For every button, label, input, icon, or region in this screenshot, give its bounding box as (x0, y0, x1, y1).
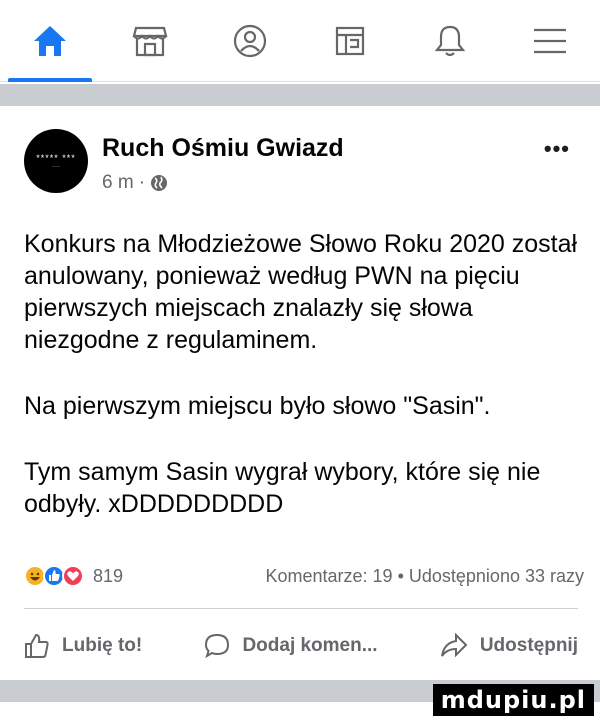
tab-menu[interactable] (502, 0, 598, 82)
comments-shares-count[interactable]: Komentarze: 19 • Udostępniono 33 razy (266, 566, 585, 587)
like-button[interactable]: Lubię to! (24, 633, 142, 659)
tab-home[interactable] (2, 0, 98, 82)
avatar[interactable]: ***** *** —— (24, 129, 88, 193)
home-icon (34, 26, 66, 56)
actions-divider (24, 608, 578, 609)
feed-separator (0, 84, 600, 106)
page-name[interactable]: Ruch Ośmiu Gwiazd (102, 134, 344, 163)
post-actions: Lubię to! Dodaj komen... Udostępnij (24, 626, 578, 666)
post-time[interactable]: 6 m (102, 172, 134, 194)
feed-post: ***** *** —— Ruch Ośmiu Gwiazd 6 m · •••… (0, 106, 600, 678)
tab-groups[interactable] (202, 0, 298, 82)
meta-separator: · (138, 172, 146, 193)
tab-pages[interactable] (302, 0, 398, 82)
more-options-button[interactable]: ••• (544, 136, 570, 162)
reaction-count: 819 (93, 565, 124, 586)
comment-icon (205, 633, 230, 659)
like-button-label: Lubię to! (62, 635, 143, 656)
groups-icon (233, 24, 267, 58)
avatar-text: ***** *** (36, 153, 76, 163)
menu-icon (534, 28, 566, 54)
post-body: Konkurs na Młodzieżowe Słowo Roku 2020 z… (24, 228, 584, 554)
avatar-subtext: —— (52, 163, 60, 168)
bell-icon (434, 25, 466, 57)
globe-icon (151, 175, 168, 191)
tab-notifications[interactable] (402, 0, 498, 82)
tab-marketplace[interactable] (102, 0, 198, 82)
comment-button[interactable]: Dodaj komen... (204, 633, 378, 659)
share-icon (440, 633, 468, 658)
post-paragraph: Na pierwszym miejscu było słowo "Sasin". (24, 392, 491, 420)
comment-button-label: Dodaj komen... (242, 635, 378, 656)
post-paragraph: Tym samym Sasin wygrał wybory, które się… (24, 458, 541, 518)
watermark-logo: mdupiu.pl (432, 684, 594, 716)
reactions-summary[interactable]: 819 (24, 565, 123, 587)
post-stats: 819 Komentarze: 19 • Udostępniono 33 raz… (24, 560, 584, 592)
share-button-label: Udostępnij (479, 635, 578, 656)
post-meta: 6 m · (102, 172, 168, 194)
pages-icon (335, 26, 365, 56)
love-reaction-icon (62, 565, 84, 587)
thumbs-up-icon (25, 633, 49, 658)
top-navigation-bar (0, 0, 600, 82)
share-button[interactable]: Udostępnij (440, 633, 578, 659)
marketplace-icon (132, 26, 168, 57)
post-paragraph: Konkurs na Młodzieżowe Słowo Roku 2020 z… (24, 230, 578, 354)
